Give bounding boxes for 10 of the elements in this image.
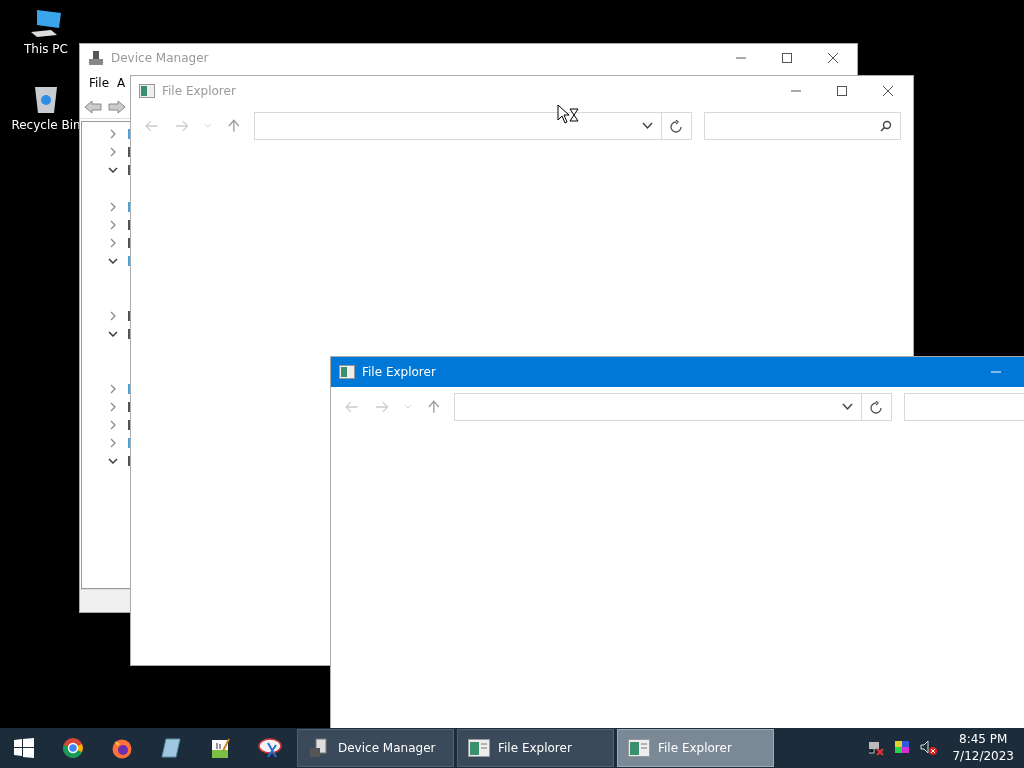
taskbar-button[interactable]: Device Manager [297,729,454,767]
taskbar-button[interactable]: File Explorer [617,729,774,767]
window-title: Device Manager [111,51,209,65]
taskbar-button[interactable]: File Explorer [457,729,614,767]
menu-item[interactable]: A [117,76,126,94]
menu-item[interactable]: File [89,76,110,94]
clock[interactable]: 8:45 PM 7/12/2023 [938,731,1024,765]
window-title: File Explorer [162,84,236,98]
desktop-icon-label[interactable]: This PC [24,42,68,56]
window-title: File Explorer [362,365,436,379]
